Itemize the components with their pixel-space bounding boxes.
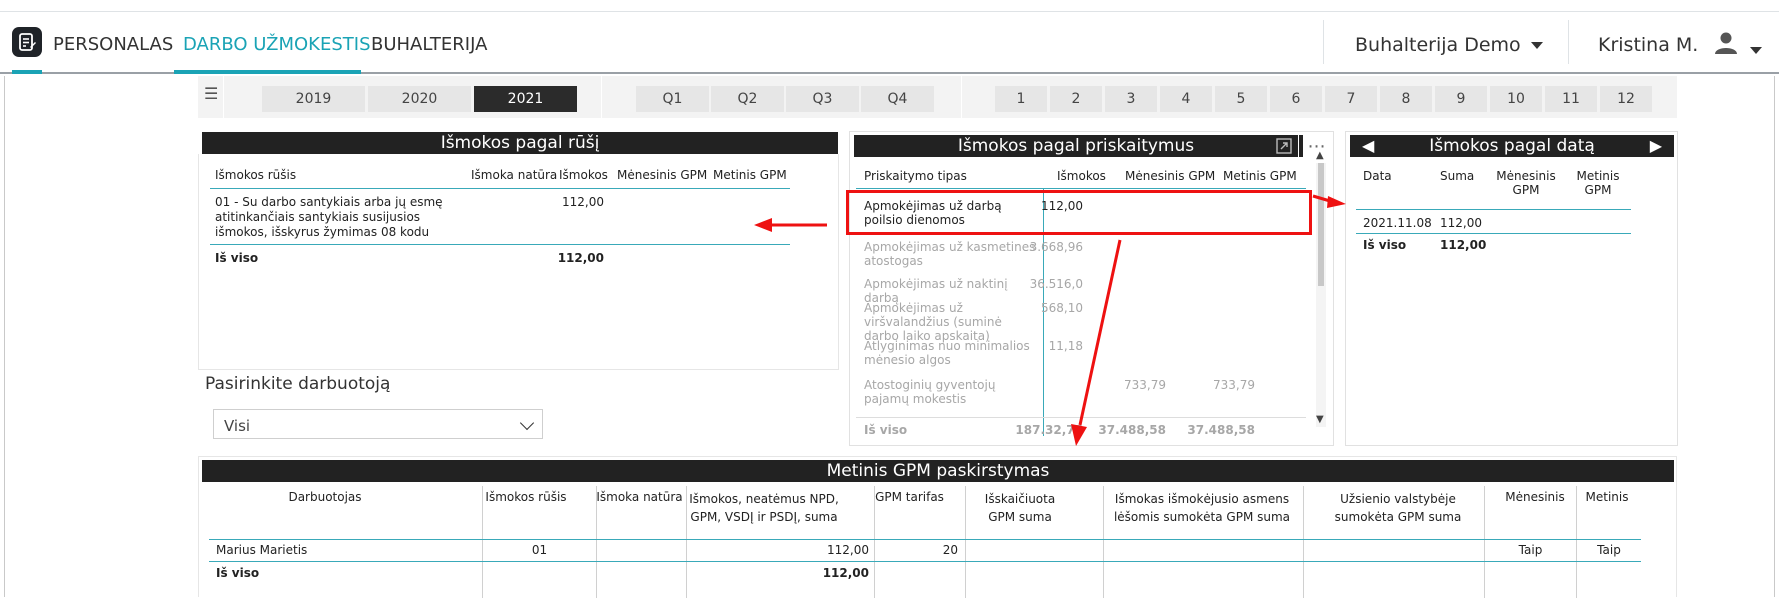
arrow-to-left-panel	[754, 218, 827, 232]
annotation-arrows	[754, 194, 1346, 446]
arrow-to-right-panel	[1312, 194, 1346, 208]
arrow-to-bottom-panel	[1071, 239, 1122, 446]
